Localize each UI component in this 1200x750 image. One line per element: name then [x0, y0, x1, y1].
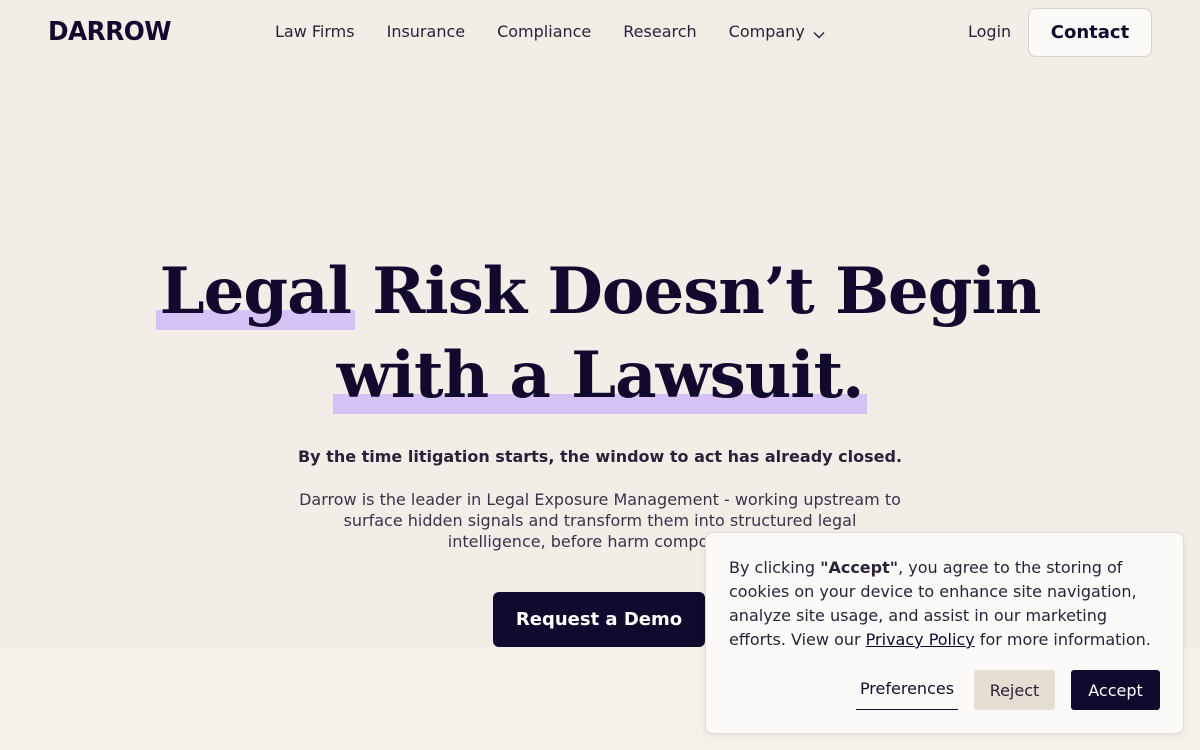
hero-title-highlight: with a Lawsuit.: [332, 334, 868, 418]
cookie-text: By clicking "Accept", you agree to the s…: [729, 556, 1169, 652]
nav-item-compliance[interactable]: Compliance: [497, 22, 591, 42]
hero-title-text: Risk Doesn’t Begin: [350, 254, 1041, 329]
cookie-text-suffix: for more information.: [974, 630, 1151, 649]
hero-title: Legal Risk Doesn’t Begin with a Lawsuit.: [0, 250, 1200, 418]
nav-item-law-firms[interactable]: Law Firms: [275, 22, 355, 42]
login-link[interactable]: Login: [968, 22, 1011, 42]
site-header: DARROW Law Firms Insurance Compliance Re…: [0, 0, 1200, 66]
reject-button[interactable]: Reject: [974, 670, 1055, 710]
hero-subheading: By the time litigation starts, the windo…: [297, 447, 903, 466]
hero-title-line-2: with a Lawsuit.: [0, 334, 1200, 418]
nav-item-label: Research: [623, 22, 697, 41]
accept-button[interactable]: Accept: [1071, 670, 1160, 710]
nav-item-label: Company: [728, 22, 805, 41]
request-demo-button[interactable]: Request a Demo: [493, 592, 705, 647]
nav-item-research[interactable]: Research: [623, 22, 696, 42]
cookie-text-prefix: By clicking: [729, 558, 821, 577]
nav-item-label: Compliance: [497, 22, 592, 41]
contact-button[interactable]: Contact: [1028, 8, 1152, 57]
nav-item-insurance[interactable]: Insurance: [387, 22, 466, 42]
chevron-down-icon: [813, 26, 825, 39]
nav-item-label: Law Firms: [275, 22, 355, 41]
page: DARROW Law Firms Insurance Compliance Re…: [0, 0, 1200, 750]
hero-title-highlight: Legal: [155, 250, 356, 334]
preferences-button[interactable]: Preferences: [856, 670, 958, 710]
nav-item-label: Insurance: [386, 22, 466, 41]
main-nav: Law Firms Insurance Compliance Research …: [275, 22, 825, 42]
nav-item-company[interactable]: Company: [729, 22, 825, 42]
cookie-accept-quote: "Accept": [820, 558, 899, 577]
cookie-banner: By clicking "Accept", you agree to the s…: [705, 532, 1184, 734]
darrow-logo[interactable]: DARROW: [48, 17, 172, 47]
hero-title-line-1: Legal Risk Doesn’t Begin: [0, 250, 1200, 334]
privacy-policy-link[interactable]: Privacy Policy: [866, 630, 975, 649]
